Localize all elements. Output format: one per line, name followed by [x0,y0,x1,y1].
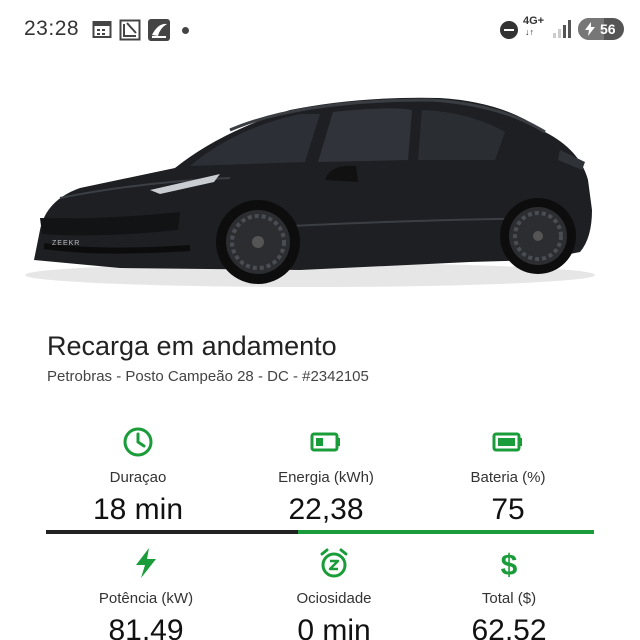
car-image: ZEEKR [0,70,640,310]
charging-title: Recarga em andamento [47,331,337,361]
status-time: 23:28 [24,17,80,40]
stat-label: Duraçao [109,469,167,486]
do-not-disturb-icon [500,21,518,39]
car-brand-badge: ZEEKR [52,240,80,247]
notification-dot [182,27,189,34]
app-icon [148,19,170,46]
stat-value: 18 min [92,493,184,526]
stat-label: Energia (kWh) [278,469,374,486]
stat-label: Ociosidade [296,590,372,607]
stat-value: 81,49 [108,614,184,640]
dollar-icon: $ [492,546,526,582]
network-type: 4G+ ↓↑ [523,15,545,38]
lightning-icon [129,546,163,580]
battery-full-icon [491,425,525,459]
charging-bolt-icon [583,22,597,40]
alarm-clock-icon [317,546,351,580]
stat-value: 62,52 [471,614,547,640]
status-bar: 23:28 4G+ ↓↑ 56 [0,0,640,60]
stat-value: 0 min [297,614,371,640]
battery-level: 56 [600,21,616,37]
calendar-icon [92,19,112,44]
progress-fill [46,530,299,534]
signal-icon [552,19,572,44]
stat-value: 22,38 [288,493,364,526]
stat-value: 75 [491,493,525,526]
stat-label: Potência (kW) [98,590,194,607]
battery-charging-icon [309,425,343,459]
battery-icon: 56 [578,18,624,40]
app-icon [119,19,141,46]
stat-label: Total ($) [481,590,537,607]
charging-progress-bar [46,530,594,534]
charging-station-subtitle: Petrobras - Posto Campeão 28 - DC - #234… [47,368,369,385]
stat-label: Bateria (%) [470,469,546,486]
svg-text:$: $ [501,549,518,580]
clock-icon [121,425,155,459]
